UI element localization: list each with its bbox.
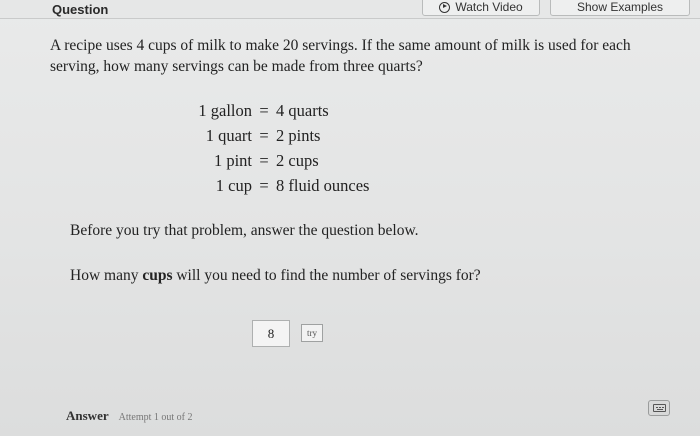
keyboard-icon	[652, 404, 666, 412]
conversion-right: 8 fluid ounces	[276, 176, 370, 195]
problem-text: A recipe uses 4 cups of milk to make 20 …	[50, 37, 631, 75]
conversion-table: 1 gallon = 4 quarts 1 quart = 2 pints 1 …	[150, 98, 410, 198]
conversion-equals: =	[259, 126, 269, 145]
watch-video-button[interactable]: Watch Video	[422, 0, 540, 16]
conversion-left: 1 quart	[205, 126, 252, 145]
instruction-text: Before you try that problem, answer the …	[70, 222, 419, 239]
answer-input[interactable]: 8	[252, 320, 290, 347]
header-divider	[0, 18, 700, 19]
attempt-counter: Attempt 1 out of 2	[118, 412, 193, 423]
question-text-bold: cups	[142, 267, 173, 284]
play-circle-icon	[439, 1, 451, 13]
question-title: Question	[52, 2, 109, 17]
answer-footer: Answer Attempt 1 out of 2	[66, 408, 193, 424]
conversion-row: 1 quart = 2 pints	[150, 123, 410, 148]
conversion-equals: =	[259, 176, 269, 195]
keyboard-button[interactable]	[648, 400, 670, 416]
conversion-left: 1 cup	[215, 176, 252, 195]
sub-question-text: How many cups will you need to find the …	[70, 267, 481, 285]
conversion-right: 2 cups	[276, 151, 319, 170]
conversion-right: 4 quarts	[276, 101, 329, 120]
show-examples-button[interactable]: Show Examples	[550, 0, 690, 16]
conversion-left: 1 pint	[213, 151, 252, 170]
conversion-left: 1 gallon	[198, 101, 252, 120]
watch-video-label: Watch Video	[455, 0, 523, 14]
conversion-right: 2 pints	[276, 126, 321, 145]
question-text-end: will you need to find the number of serv…	[172, 267, 481, 284]
conversion-equals: =	[259, 101, 269, 120]
conversion-row: 1 cup = 8 fluid ounces	[150, 173, 410, 198]
answer-label: Answer	[66, 408, 109, 423]
question-header: Question Watch Video Show Examples	[0, 0, 700, 18]
conversion-equals: =	[259, 151, 269, 170]
question-text-start: How many	[70, 267, 143, 284]
conversion-row: 1 gallon = 4 quarts	[150, 98, 410, 123]
show-examples-label: Show Examples	[576, 0, 664, 14]
try-button[interactable]: try	[301, 324, 323, 342]
conversion-row: 1 pint = 2 cups	[150, 148, 410, 173]
